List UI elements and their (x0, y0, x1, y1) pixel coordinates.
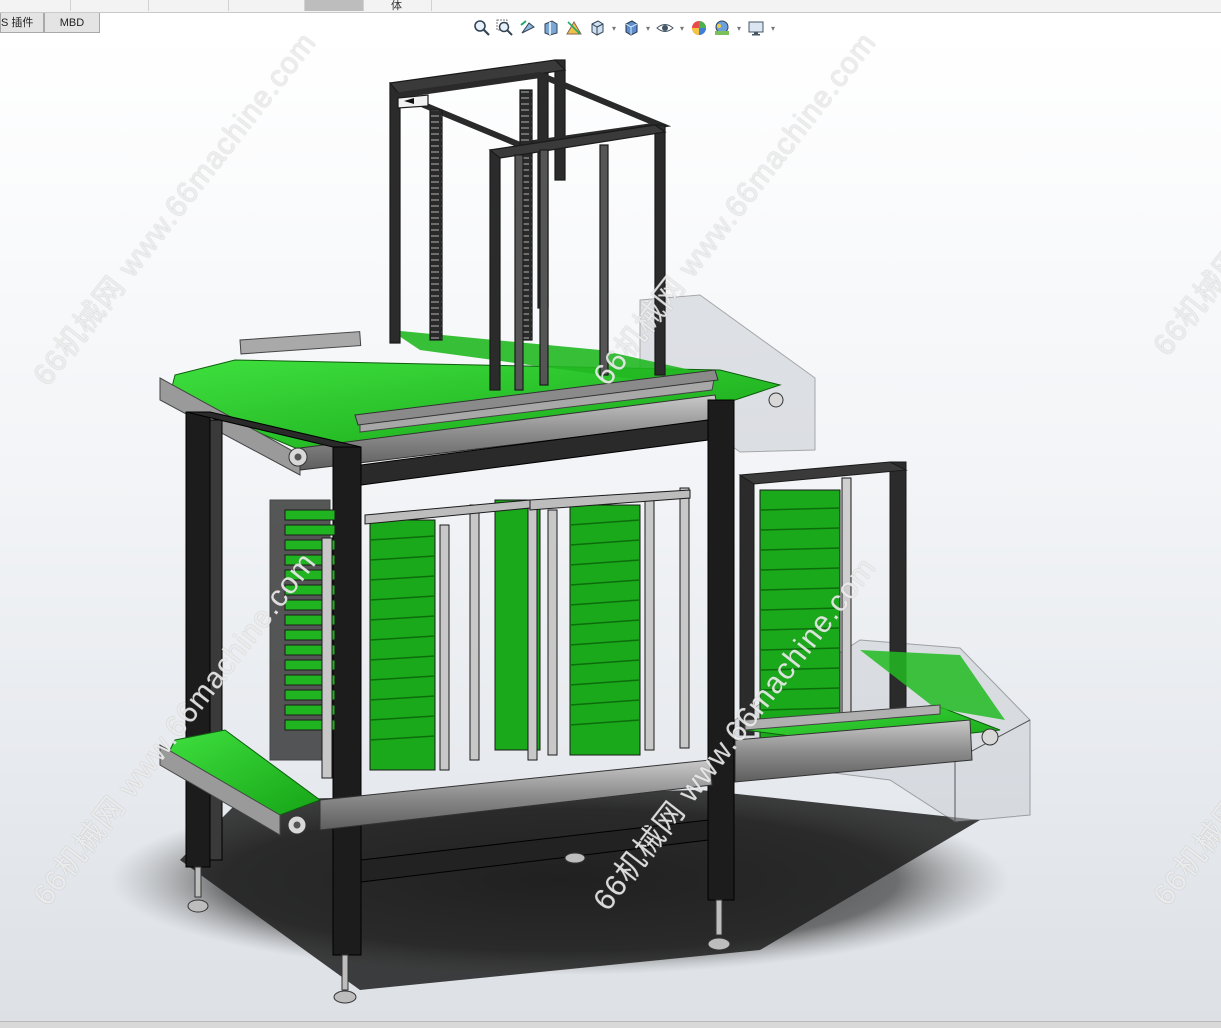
top-tab[interactable] (0, 0, 71, 11)
tab-plugins[interactable]: S 插件 (0, 13, 44, 33)
top-strip: 体 (0, 0, 1221, 13)
graphics-area[interactable]: 66机械网 www.66machine.com 66机械网 www.66mach… (0, 26, 1221, 1021)
tab-mbd[interactable]: MBD (44, 13, 100, 33)
top-tab[interactable]: 体 (363, 0, 432, 12)
top-tab[interactable] (148, 0, 229, 11)
top-tab[interactable] (70, 0, 149, 11)
top-tab-label: 体 (391, 0, 402, 12)
top-tab-active[interactable] (305, 0, 364, 11)
top-tab[interactable] (228, 0, 305, 11)
